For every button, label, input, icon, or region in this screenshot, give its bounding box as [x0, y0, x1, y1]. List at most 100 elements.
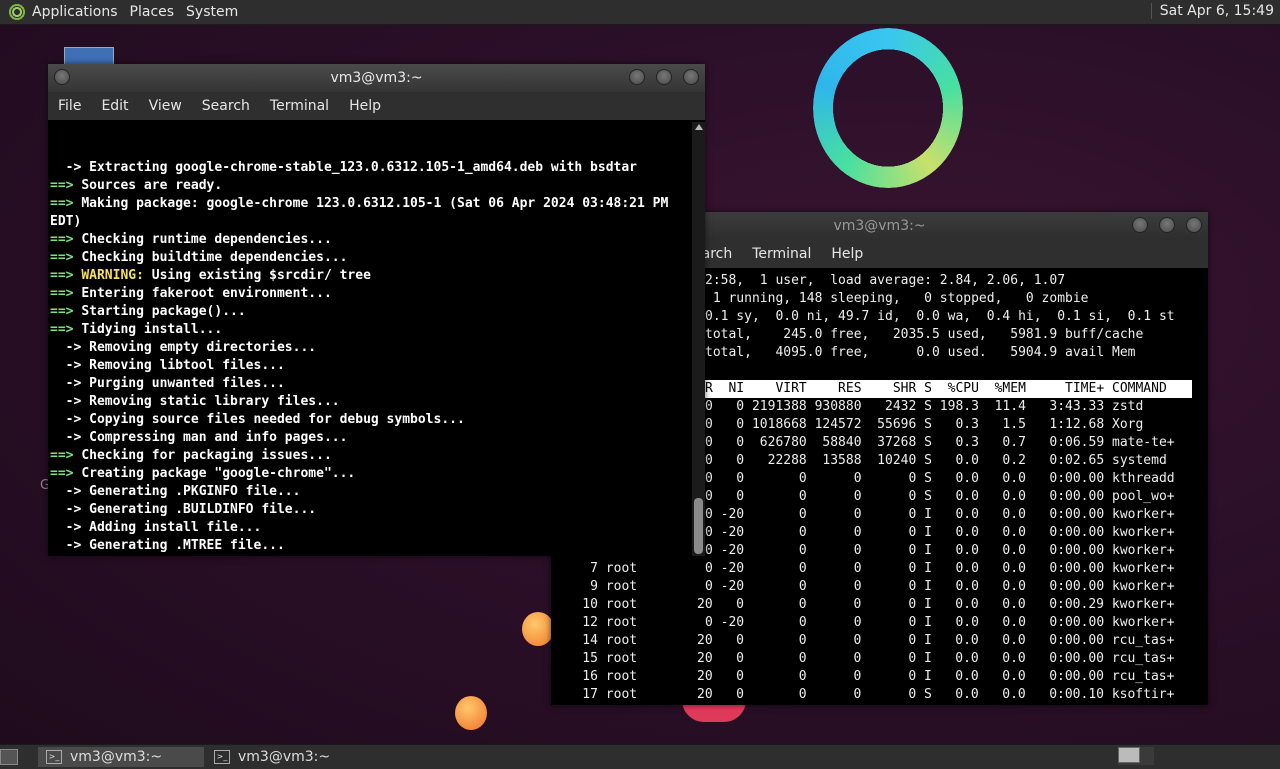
line-text: EDT) [50, 214, 82, 229]
line-prefix: -> [50, 358, 90, 373]
minimize-button[interactable] [629, 69, 645, 85]
front-terminal-scrollbar[interactable] [692, 122, 705, 556]
clock[interactable]: Sat Apr 6, 15:49 [1150, 3, 1274, 19]
window-title: vm3@vm3:~ [330, 70, 423, 86]
process-row: 0 0 0 0 0 S 0.0 0.0 0:00.00 pool_wo+ [705, 489, 1175, 504]
taskbar-item-label: vm3@vm3:~ [238, 749, 331, 765]
process-row: 20 0 0 0 0 I 0.0 0.0 0:00.29 kworker+ [697, 597, 1175, 612]
line-text: Using existing $srcdir/ tree [143, 268, 371, 283]
top-panel: Applications Places System Sat Apr 6, 15… [0, 0, 1280, 25]
front-terminal-titlebar[interactable]: vm3@vm3:~ [48, 64, 705, 92]
scroll-thumb[interactable] [694, 498, 703, 554]
terminal-line: ==> Tidying install... [50, 321, 690, 339]
line-prefix: ==> [50, 268, 82, 283]
wallpaper-ball [522, 612, 554, 646]
terminal-line: -> Adding install file... [50, 519, 690, 537]
line-prefix: -> [50, 538, 90, 553]
terminal-line: -> Generating .BUILDINFO file... [50, 501, 690, 519]
menu-terminal[interactable]: Terminal [260, 98, 339, 114]
front-terminal-output[interactable]: -> Extracting google-chrome-stable_123.0… [50, 123, 690, 556]
line-text: Checking buildtime dependencies... [81, 250, 348, 265]
process-pid-user: 15 root [551, 651, 638, 666]
show-desktop-icon[interactable] [0, 749, 18, 765]
line-text: Checking runtime dependencies... [81, 232, 332, 247]
front-terminal-window[interactable]: vm3@vm3:~ File Edit View Search Terminal… [48, 64, 705, 556]
window-menu-button[interactable] [54, 69, 70, 85]
line-text: Making package: google-chrome 123.0.6312… [81, 196, 669, 211]
terminal-line: ==> Making package: google-chrome 123.0.… [50, 195, 690, 213]
process-row: 0 -20 0 0 0 I 0.0 0.0 0:00.00 kworker+ [705, 579, 1175, 594]
process-pid-user: 14 root [551, 633, 638, 648]
terminal-line: -> Compressing man and info pages... [50, 429, 690, 447]
terminal-line: ==> Sources are ready. [50, 177, 690, 195]
line-prefix: -> [50, 376, 90, 391]
terminal-line: -> Removing empty directories... [50, 339, 690, 357]
process-row: 0 -20 0 0 0 I 0.0 0.0 0:00.00 kworker+ [705, 561, 1175, 576]
line-text: Sources are ready. [81, 178, 223, 193]
line-prefix: -> [50, 160, 90, 175]
menu-terminal[interactable]: Terminal [742, 246, 821, 262]
terminal-icon: >_ [214, 750, 230, 764]
line-text: Removing static library files... [89, 394, 340, 409]
line-text: Adding install file... [89, 520, 262, 535]
line-text: Generating .BUILDINFO file... [89, 502, 317, 517]
terminal-line: ==> Entering fakeroot environment... [50, 285, 690, 303]
top-summary-line: 2:58, 1 user, load average: 2.84, 2.06, … [705, 273, 1066, 288]
terminal-line: ==> Checking runtime dependencies... [50, 231, 690, 249]
line-prefix: ==> [50, 250, 82, 265]
process-row: 20 0 0 0 0 I 0.0 0.0 0:00.00 rcu_tas+ [697, 651, 1175, 666]
line-prefix: ==> [50, 196, 82, 211]
process-row: 0 -20 0 0 0 I 0.0 0.0 0:00.00 kworker+ [705, 507, 1175, 522]
line-prefix: -> [50, 340, 90, 355]
process-row: 0 -20 0 0 0 I 0.0 0.0 0:00.00 kworker+ [705, 615, 1175, 630]
line-prefix: ==> [50, 304, 82, 319]
top-column-header-text: R NI VIRT RES SHR S %CPU %MEM TIME+ COMM… [705, 381, 1167, 396]
menu-file[interactable]: File [48, 98, 91, 114]
applications-menu[interactable]: Applications [32, 4, 127, 20]
minimize-button[interactable] [1132, 217, 1148, 233]
terminal-line: -> Removing static library files... [50, 393, 690, 411]
line-prefix: -> [50, 412, 90, 427]
process-row: 0 -20 0 0 0 I 0.0 0.0 0:00.00 kworker+ [705, 543, 1175, 558]
close-button[interactable] [683, 69, 699, 85]
close-button[interactable] [1186, 217, 1202, 233]
menu-view[interactable]: View [139, 98, 192, 114]
maximize-button[interactable] [656, 69, 672, 85]
wallpaper-ball [455, 696, 487, 730]
line-prefix: -> [50, 394, 90, 409]
process-pid-user: 12 root [551, 615, 638, 630]
terminal-icon: >_ [46, 750, 62, 764]
line-text: Entering fakeroot environment... [81, 286, 332, 301]
mate-logo-icon[interactable] [8, 3, 26, 21]
line-prefix: -> [50, 484, 90, 499]
menu-edit[interactable]: Edit [91, 98, 138, 114]
line-prefix: ==> [50, 178, 82, 193]
line-prefix: ==> [50, 448, 82, 463]
scroll-up-icon[interactable] [695, 124, 703, 130]
menu-help[interactable]: Help [339, 98, 391, 114]
process-pid-user: 17 root [551, 687, 638, 702]
line-text: Checking for packaging issues... [81, 448, 332, 463]
menu-search[interactable]: Search [192, 98, 260, 114]
workspace-switcher[interactable] [1118, 747, 1154, 765]
process-row: 20 0 0 0 0 I 0.0 0.0 0:00.00 rcu_tas+ [697, 669, 1175, 684]
taskbar-item[interactable]: >_ vm3@vm3:~ [206, 747, 338, 767]
taskbar-item[interactable]: >_ vm3@vm3:~ [38, 747, 204, 767]
terminal-line: -> Generating .PKGINFO file... [50, 483, 690, 501]
terminal-line: EDT) [50, 213, 690, 231]
process-row: 20 0 0 0 0 S 0.0 0.0 0:00.10 ksoftir+ [697, 687, 1175, 702]
places-menu[interactable]: Places [130, 4, 184, 20]
line-text: Generating .MTREE file... [89, 538, 285, 553]
line-text: Compressing man and info pages... [89, 430, 348, 445]
system-menu[interactable]: System [186, 4, 247, 20]
line-prefix: ==> [50, 466, 82, 481]
window-title: vm3@vm3:~ [833, 218, 926, 234]
process-pid-user: 16 root [551, 669, 638, 684]
menu-help[interactable]: Help [821, 246, 873, 262]
terminal-line: -> Generating .MTREE file... [50, 537, 690, 555]
top-summary-line: total, 245.0 free, 2035.5 used, 5981.9 b… [705, 327, 1144, 342]
line-prefix: -> [50, 430, 90, 445]
maximize-button[interactable] [1159, 217, 1175, 233]
terminal-line: ==> Starting package()... [50, 303, 690, 321]
bottom-panel: >_ vm3@vm3:~ >_ vm3@vm3:~ [0, 744, 1280, 769]
